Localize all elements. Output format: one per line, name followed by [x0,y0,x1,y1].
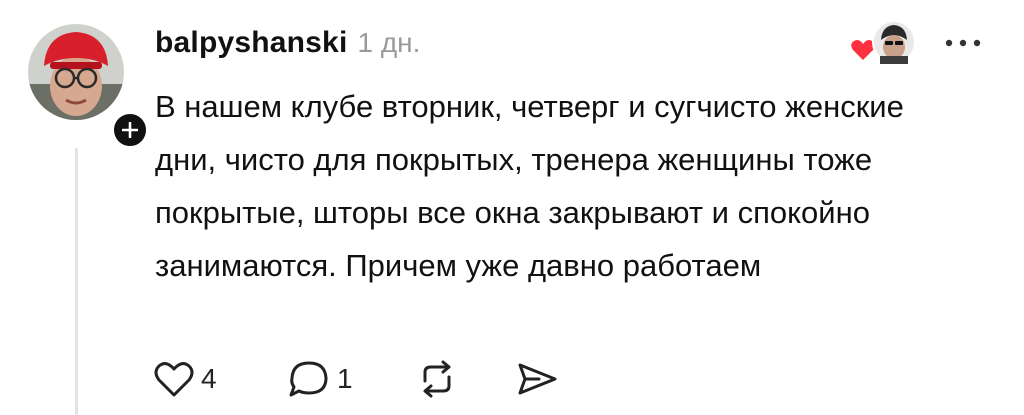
send-icon [518,363,557,395]
timestamp: 1 дн. [357,27,421,58]
follow-button[interactable] [110,110,150,150]
repost-icon [423,360,451,398]
reply-button[interactable]: 1 [287,359,415,399]
comment-body: В нашем клубе вторник, четверг и сугчист… [155,89,904,283]
plus-icon [122,122,138,138]
reply-count: 1 [337,363,353,394]
user-avatar[interactable] [28,24,124,120]
avatar-container[interactable] [28,24,150,150]
repost-button[interactable] [415,359,515,399]
username[interactable]: balpyshanski [155,26,347,60]
share-button[interactable] [515,359,559,399]
more-options-button[interactable] [938,30,988,56]
more-icon [945,39,981,47]
thread-line [75,148,78,415]
heart-outline-icon [154,362,194,397]
comment-header: balpyshanski 1 дн. [155,26,420,68]
action-bar: 4 1 [153,356,559,402]
liked-by-author-indicator[interactable] [850,20,916,66]
comment-icon [289,361,328,397]
like-count: 4 [201,363,217,394]
liker-avatar [872,20,916,64]
like-button[interactable]: 4 [153,360,245,398]
